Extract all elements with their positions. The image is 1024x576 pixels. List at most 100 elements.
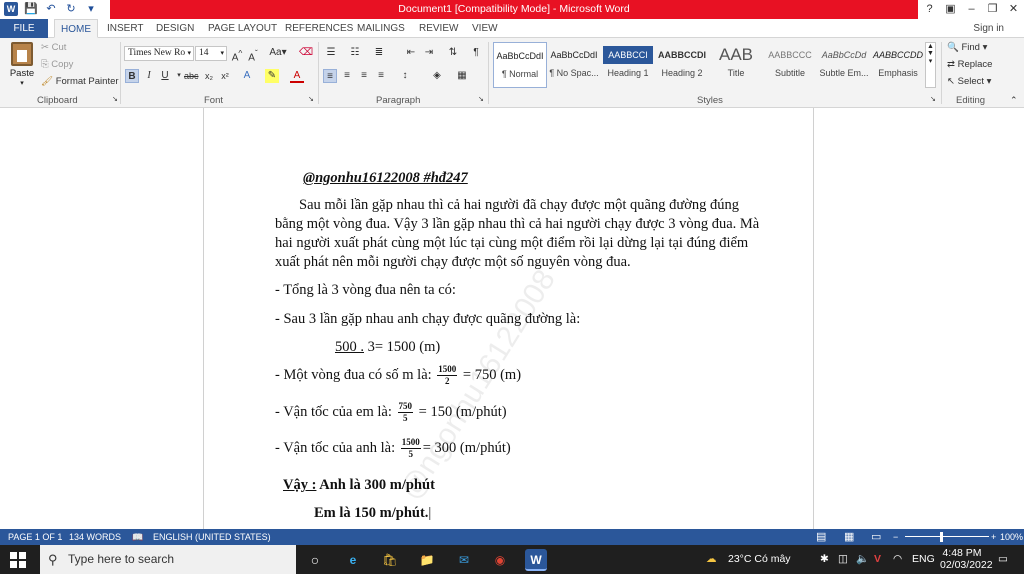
- cut-button[interactable]: ✂ Cut: [41, 42, 66, 53]
- sort-icon[interactable]: ⇅: [446, 46, 460, 60]
- word-taskbar-icon[interactable]: W: [525, 549, 547, 571]
- language-status[interactable]: ENGLISH (UNITED STATES): [153, 529, 271, 545]
- sound-icon[interactable]: ◫: [838, 545, 848, 574]
- web-layout-icon[interactable]: ▭: [871, 529, 881, 545]
- minimize-button[interactable]: –: [961, 0, 982, 19]
- read-mode-icon[interactable]: ▤: [816, 529, 826, 545]
- style-title[interactable]: AAB Title: [709, 42, 763, 88]
- file-explorer-icon[interactable]: 📁: [416, 549, 438, 571]
- highlight-color-icon[interactable]: ✎: [265, 69, 279, 83]
- clock[interactable]: 4:48 PM 02/03/2022: [940, 547, 993, 576]
- mail-icon[interactable]: ✉: [453, 549, 475, 571]
- select-button[interactable]: ↖ Select ▾: [947, 76, 991, 87]
- zoom-out-icon[interactable]: −: [893, 529, 898, 545]
- help-button[interactable]: ?: [919, 0, 940, 19]
- wifi-icon[interactable]: ◠: [893, 545, 902, 574]
- zoom-slider-thumb[interactable]: [940, 532, 943, 542]
- change-case-icon[interactable]: Aa▾: [268, 46, 288, 60]
- underline-button[interactable]: U: [158, 69, 172, 83]
- restore-button[interactable]: ❐: [982, 0, 1003, 19]
- line-spacing-icon[interactable]: ↕: [398, 69, 412, 83]
- proofing-icon[interactable]: 📖: [132, 529, 143, 545]
- shrink-font-icon[interactable]: Aˇ: [246, 46, 260, 63]
- word-app-icon[interactable]: W: [4, 2, 18, 16]
- strikethrough-button[interactable]: abc: [184, 69, 199, 83]
- style-heading-2[interactable]: AABBCCDI Heading 2: [655, 42, 709, 88]
- notification-icon[interactable]: ▭: [998, 545, 1008, 574]
- italic-button[interactable]: I: [142, 69, 156, 83]
- bullets-icon[interactable]: ☰: [324, 46, 338, 60]
- font-launcher-icon[interactable]: ↘: [308, 95, 314, 103]
- grow-font-icon[interactable]: A^: [230, 46, 244, 63]
- tab-design[interactable]: DESIGN: [150, 19, 200, 38]
- edge-icon[interactable]: e: [342, 549, 364, 571]
- multilevel-list-icon[interactable]: ≣: [372, 46, 386, 60]
- style-subtitle[interactable]: AABBCCC Subtitle: [763, 42, 817, 88]
- redo-icon[interactable]: ↻: [64, 2, 78, 16]
- decrease-indent-icon[interactable]: ⇤: [404, 46, 418, 60]
- weather-text[interactable]: 23°C Có mây: [728, 545, 791, 574]
- style-heading-1[interactable]: AABBCCI Heading 1: [601, 42, 655, 88]
- tab-view[interactable]: VIEW: [466, 19, 504, 38]
- style-no-spacing[interactable]: AaBbCcDdI ¶ No Spac...: [547, 42, 601, 88]
- clear-formatting-icon[interactable]: ⌫: [299, 46, 313, 60]
- clipboard-launcher-icon[interactable]: ↘: [112, 95, 118, 103]
- tab-file[interactable]: FILE: [0, 19, 48, 38]
- zoom-level[interactable]: 100%: [1000, 529, 1023, 545]
- styles-scroll-control[interactable]: ▲ ▼ ▾: [925, 42, 936, 88]
- style-emphasis[interactable]: AABBCCDD Emphasis: [871, 42, 925, 88]
- document-page[interactable]: @ngonhu16122008 @ngonhu16122008 #hđ247 S…: [203, 108, 814, 529]
- copy-button[interactable]: ⎘ Copy: [41, 59, 73, 70]
- close-button[interactable]: ✕: [1003, 0, 1024, 19]
- align-left-button[interactable]: ≡: [323, 69, 337, 83]
- tab-references[interactable]: REFERENCES: [279, 19, 359, 38]
- shading-icon[interactable]: ◈: [430, 69, 444, 83]
- subscript-button[interactable]: x₂: [202, 69, 216, 83]
- tab-insert[interactable]: INSERT: [101, 19, 150, 38]
- input-language[interactable]: ENG: [912, 545, 935, 574]
- superscript-button[interactable]: x²: [218, 69, 232, 83]
- tab-home[interactable]: HOME: [54, 19, 98, 38]
- task-view-icon[interactable]: ○: [304, 549, 326, 571]
- tab-mailings[interactable]: MAILINGS: [351, 19, 411, 38]
- increase-indent-icon[interactable]: ⇥: [422, 46, 436, 60]
- windows-start-icon[interactable]: [10, 552, 26, 568]
- speaker-icon[interactable]: 🔈: [856, 545, 869, 574]
- justify-button[interactable]: ≡: [374, 69, 388, 83]
- save-icon[interactable]: 💾: [24, 2, 38, 16]
- zoom-slider-track[interactable]: [905, 536, 989, 537]
- font-size-select[interactable]: 14 ▾: [195, 46, 227, 61]
- paste-button[interactable]: Paste ▾: [8, 42, 36, 87]
- page-count[interactable]: PAGE 1 OF 1: [8, 529, 62, 545]
- bold-button[interactable]: B: [125, 69, 139, 83]
- align-right-button[interactable]: ≡: [357, 69, 371, 83]
- paste-dropdown-icon[interactable]: ▾: [8, 79, 36, 87]
- numbering-icon[interactable]: ☷: [348, 46, 362, 60]
- tab-review[interactable]: REVIEW: [413, 19, 464, 38]
- text-effects-icon[interactable]: A: [240, 69, 254, 83]
- print-layout-icon[interactable]: ▦: [844, 529, 854, 545]
- borders-icon[interactable]: ▦: [455, 69, 469, 83]
- ribbon-display-icon[interactable]: ▣: [940, 0, 961, 19]
- format-painter-button[interactable]: 🖌 Format Painter: [41, 76, 119, 87]
- customize-qat-icon[interactable]: ▾: [84, 2, 98, 16]
- replace-button[interactable]: ⇄ Replace: [947, 59, 992, 70]
- zoom-in-icon[interactable]: +: [991, 529, 996, 545]
- store-icon[interactable]: 🛍: [379, 549, 401, 571]
- find-button[interactable]: 🔍 Find ▾: [947, 42, 987, 53]
- style-normal[interactable]: AaBbCcDdI ¶ Normal: [493, 42, 547, 88]
- taskbar-search[interactable]: ⚲ Type here to search: [40, 545, 296, 574]
- styles-launcher-icon[interactable]: ↘: [930, 95, 936, 103]
- font-color-icon[interactable]: A: [290, 69, 304, 83]
- font-name-select[interactable]: Times New Ro ▾: [124, 46, 194, 61]
- collapse-ribbon-icon[interactable]: ⌃: [1010, 95, 1018, 106]
- undo-icon[interactable]: ↶: [44, 2, 58, 16]
- chrome-icon[interactable]: ◉: [489, 549, 511, 571]
- vivaldi-icon[interactable]: V: [874, 545, 881, 574]
- show-formatting-icon[interactable]: ¶: [469, 46, 483, 60]
- style-subtle-emphasis[interactable]: AaBbCcDd Subtle Em...: [817, 42, 871, 88]
- sign-in-link[interactable]: Sign in: [973, 19, 1004, 38]
- bluetooth-icon[interactable]: ✱: [820, 545, 829, 574]
- word-count[interactable]: 134 WORDS: [69, 529, 121, 545]
- paragraph-launcher-icon[interactable]: ↘: [478, 95, 484, 103]
